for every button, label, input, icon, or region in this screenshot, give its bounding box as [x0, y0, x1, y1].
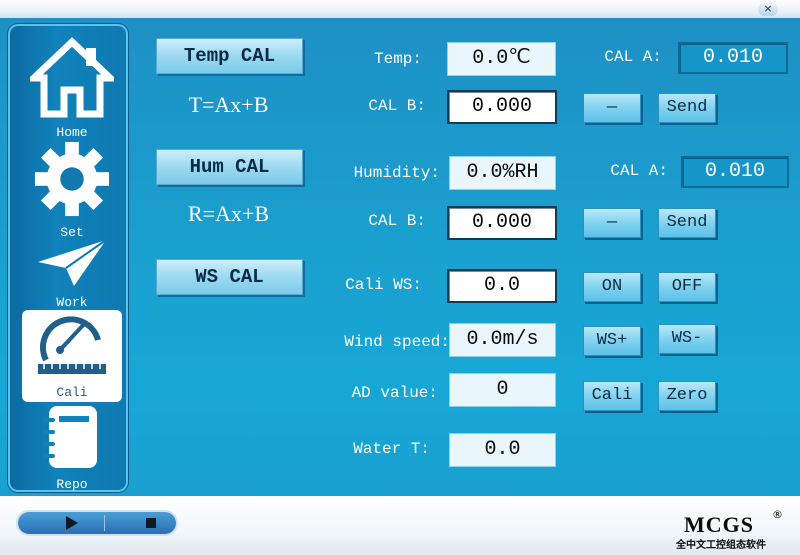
temp-value: 0.0℃: [447, 42, 556, 76]
zero-button[interactable]: Zero: [658, 381, 716, 411]
humidity-cal-b-label: CAL B:: [368, 212, 426, 230]
humidity-send-button[interactable]: Send: [658, 208, 716, 238]
temp-cal-a-value: 0.010: [678, 42, 788, 74]
title-bar: ×: [0, 0, 800, 18]
temp-cal-a-label: CAL A:: [604, 48, 662, 66]
water-t-label: Water T:: [353, 440, 430, 458]
sidebar-item-set[interactable]: Set: [22, 140, 122, 240]
on-button[interactable]: ON: [583, 272, 641, 302]
humidity-cal-a-value: 0.010: [681, 156, 789, 188]
sidebar: Home Set Work Cali Repo: [8, 24, 128, 492]
humidity-cal-b-input[interactable]: 0.000: [447, 206, 557, 240]
off-button[interactable]: OFF: [658, 272, 716, 302]
hum-formula: R=Ax+B: [187, 201, 270, 226]
home-icon: [25, 37, 119, 118]
temp-label: Temp:: [373, 50, 422, 68]
ad-value-label: AD value:: [351, 384, 438, 402]
temp-cal-b-input[interactable]: 0.000: [447, 90, 557, 124]
sidebar-item-repo[interactable]: Repo: [22, 404, 122, 492]
hum-cal-button[interactable]: Hum CAL: [156, 149, 303, 185]
water-t-value: 0.0: [449, 433, 556, 467]
ws-minus-button[interactable]: WS-: [658, 324, 716, 354]
sidebar-item-cali[interactable]: Cali: [22, 310, 122, 402]
wind-speed-value: 0.0m/s: [449, 323, 556, 357]
logo-subtitle: 全中文工控组态软件: [676, 540, 766, 551]
sidebar-item-home[interactable]: Home: [22, 36, 122, 140]
player-control: [18, 512, 176, 534]
cali-button[interactable]: Cali: [583, 381, 641, 411]
temp-formula: T=Ax+B: [188, 92, 269, 117]
notebook-icon: [43, 406, 97, 468]
temp-cal-b-label: CAL B:: [368, 97, 426, 115]
sidebar-item-label: Work: [56, 295, 88, 310]
sidebar-item-work[interactable]: Work: [22, 236, 122, 310]
ws-plus-button[interactable]: WS+: [583, 326, 641, 356]
humidity-value: 0.0%RH: [449, 156, 556, 190]
temp-send-button[interactable]: Send: [658, 93, 716, 123]
stop-icon[interactable]: [146, 518, 156, 528]
humidity-label: Humidity:: [353, 164, 440, 182]
temp-minus-button[interactable]: —: [583, 93, 641, 123]
wind-speed-label: Wind speed:: [344, 333, 450, 351]
humidity-minus-button[interactable]: —: [583, 208, 641, 238]
protractor-ruler-icon: [38, 316, 106, 374]
app-window: × Home Set Work Cali Repo Temp CAL T=Ax+…: [0, 0, 800, 555]
cali-ws-input[interactable]: 0.0: [447, 269, 557, 303]
humidity-cal-a-label: CAL A:: [610, 162, 668, 180]
temp-cal-button[interactable]: Temp CAL: [156, 38, 303, 74]
ad-value: 0: [449, 373, 556, 407]
ws-cal-button[interactable]: WS CAL: [156, 259, 303, 295]
paper-plane-icon: [38, 239, 107, 286]
divider: [104, 515, 105, 531]
sidebar-item-label: Repo: [56, 477, 88, 492]
close-button[interactable]: ×: [758, 2, 778, 16]
registered-mark: ®: [772, 508, 783, 521]
sidebar-item-label: Cali: [56, 385, 88, 400]
mcgs-logo: MCGS: [684, 512, 754, 537]
play-icon[interactable]: [66, 516, 78, 530]
sidebar-item-label: Home: [56, 125, 88, 140]
cali-ws-label: Cali WS:: [345, 276, 422, 294]
gear-icon: [34, 141, 110, 217]
